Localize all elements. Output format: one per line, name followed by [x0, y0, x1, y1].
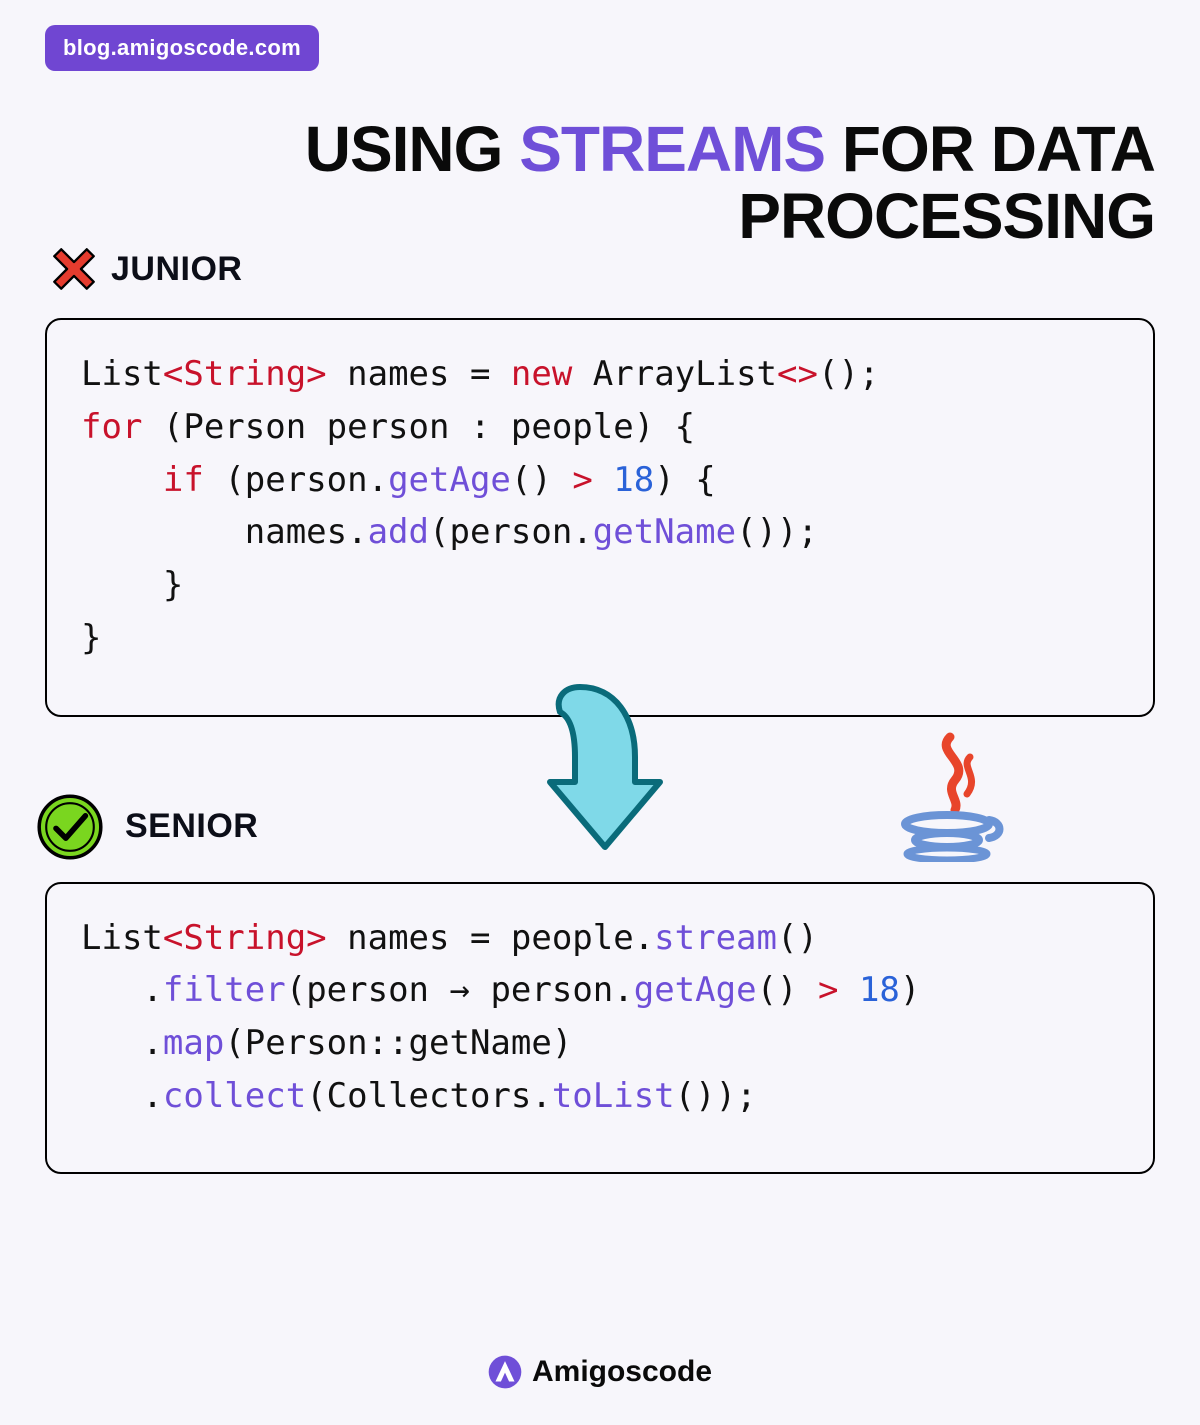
code-text: List	[81, 354, 163, 394]
code-text: .	[81, 1076, 163, 1116]
code-method: filter	[163, 970, 286, 1010]
code-text	[593, 460, 613, 500]
code-method: map	[163, 1023, 224, 1063]
code-text: ArrayList	[572, 354, 777, 394]
title-text-3: PROCESSING	[738, 180, 1155, 252]
code-generic: <>	[777, 354, 818, 394]
code-text	[81, 460, 163, 500]
code-text: (Person person : people) {	[142, 407, 695, 447]
code-method: getAge	[634, 970, 757, 1010]
footer-text: Amigoscode	[532, 1355, 712, 1389]
code-text: ()	[511, 460, 572, 500]
senior-label: SENIOR	[125, 807, 258, 846]
senior-code-box: List<String> names = people.stream() .fi…	[45, 882, 1155, 1175]
check-icon	[35, 792, 105, 862]
code-text: (person.	[429, 512, 593, 552]
code-generic: <String>	[163, 354, 327, 394]
code-operator: >	[572, 460, 592, 500]
code-keyword: if	[163, 460, 204, 500]
code-method: add	[368, 512, 429, 552]
code-text: .	[81, 1023, 163, 1063]
code-method: toList	[552, 1076, 675, 1116]
code-method: getName	[593, 512, 736, 552]
code-text: (Collectors.	[306, 1076, 552, 1116]
down-arrow-icon	[525, 672, 675, 857]
code-text: )	[900, 970, 920, 1010]
code-operator: >	[818, 970, 838, 1010]
code-text: person.	[470, 970, 634, 1010]
code-text: ());	[675, 1076, 757, 1116]
code-text: (Person::getName)	[224, 1023, 572, 1063]
transition-area: SENIOR	[45, 717, 1155, 862]
code-keyword: for	[81, 407, 142, 447]
code-method: getAge	[388, 460, 511, 500]
code-text: (person.	[204, 460, 388, 500]
code-number: 18	[859, 970, 900, 1010]
code-text: names = people.	[327, 918, 655, 958]
code-text: ()	[777, 918, 818, 958]
amigoscode-logo-icon	[488, 1355, 522, 1389]
code-method: stream	[654, 918, 777, 958]
code-number: 18	[613, 460, 654, 500]
page-title: USING STREAMS FOR DATA PROCESSING	[45, 116, 1155, 250]
senior-header: SENIOR	[35, 792, 258, 862]
code-text: ());	[736, 512, 818, 552]
cross-icon	[45, 240, 103, 298]
footer: Amigoscode	[0, 1355, 1200, 1389]
code-text: List	[81, 918, 163, 958]
code-text: names =	[327, 354, 511, 394]
code-text: ()	[757, 970, 818, 1010]
junior-label: JUNIOR	[111, 250, 242, 289]
code-arrow: →	[449, 970, 469, 1010]
site-badge: blog.amigoscode.com	[45, 25, 319, 71]
code-text: ();	[818, 354, 879, 394]
code-keyword: new	[511, 354, 572, 394]
code-text: ) {	[654, 460, 715, 500]
code-text: .	[81, 970, 163, 1010]
code-text: }	[81, 618, 101, 658]
title-text-2: FOR DATA	[825, 113, 1155, 185]
junior-code-box: List<String> names = new ArrayList<>(); …	[45, 318, 1155, 716]
code-method: collect	[163, 1076, 306, 1116]
title-text-1: USING	[305, 113, 519, 185]
code-text: }	[81, 565, 183, 605]
code-generic: <String>	[163, 918, 327, 958]
code-text: (person	[286, 970, 450, 1010]
code-text: names.	[81, 512, 368, 552]
title-accent: STREAMS	[519, 113, 825, 185]
java-logo-icon	[895, 732, 1005, 862]
code-text	[838, 970, 858, 1010]
